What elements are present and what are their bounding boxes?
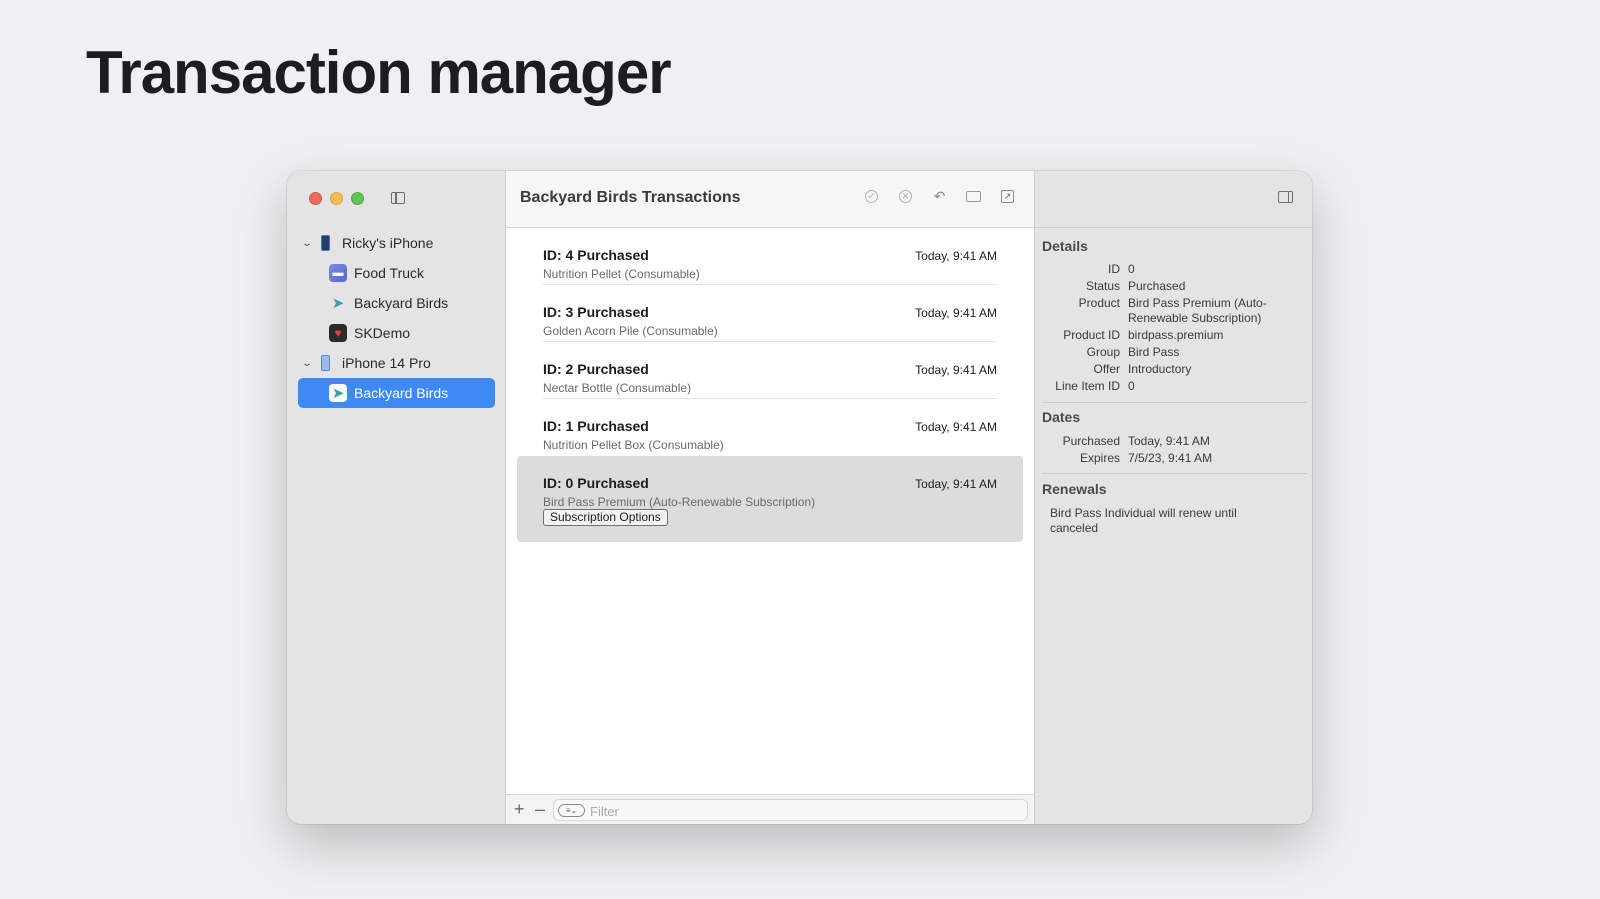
skdemo-icon: ♥ xyxy=(329,324,347,342)
iphone-icon xyxy=(321,355,330,371)
transaction-manager-window: ⌄ Ricky's iPhone ▬ Food Truck ➤ Backyard… xyxy=(287,171,1312,824)
sidebar-item-food-truck[interactable]: ▬ Food Truck xyxy=(287,258,506,288)
date-row: Expires 7/5/23, 9:41 AM xyxy=(1079,451,1213,465)
transaction-time: Today, 9:41 AM xyxy=(915,420,997,434)
bird-icon: ➤ xyxy=(329,384,347,402)
transaction-id: ID: 1 Purchased xyxy=(543,418,649,434)
transaction-row-selected[interactable]: ID: 0 Purchased Bird Pass Premium (Auto-… xyxy=(517,456,1023,542)
filter-input[interactable] xyxy=(590,803,990,819)
sidebar-item-skdemo[interactable]: ♥ SKDemo xyxy=(287,318,506,348)
renewals-heading: Renewals xyxy=(1042,481,1107,497)
inspector: Details ID 0 Status Purchased Product Bird … xyxy=(1034,171,1312,824)
divider xyxy=(1042,402,1307,403)
filter-icon[interactable]: ≡⌄ xyxy=(558,804,585,817)
transaction-id: ID: 2 Purchased xyxy=(543,361,649,377)
sidebar: ⌄ Ricky's iPhone ▬ Food Truck ➤ Backyard… xyxy=(287,171,506,824)
divider xyxy=(1042,473,1307,474)
remove-button[interactable]: – xyxy=(535,799,545,820)
billing-icon[interactable] xyxy=(965,188,982,205)
sidebar-item-backyard-birds-selected[interactable]: ➤ Backyard Birds xyxy=(298,378,495,408)
close-window-button[interactable] xyxy=(309,192,322,205)
device-label: Ricky's iPhone xyxy=(342,235,434,251)
decline-icon[interactable]: ✕ xyxy=(897,188,914,205)
transaction-row[interactable]: ID: 4 Purchased Nutrition Pellet (Consum… xyxy=(543,228,997,285)
transaction-product: Nutrition Pellet Box (Consumable) xyxy=(543,438,724,452)
toolbar-actions: ✓ ✕ ↶ ↗ xyxy=(863,188,1016,205)
transaction-time: Today, 9:41 AM xyxy=(915,249,997,263)
detail-row: Product ID birdpass.premium xyxy=(1063,328,1224,342)
transaction-product: Golden Acorn Pile (Consumable) xyxy=(543,324,718,338)
detail-row: Offer Introductory xyxy=(1093,362,1192,376)
open-external-icon[interactable]: ↗ xyxy=(999,188,1016,205)
app-label: Food Truck xyxy=(354,265,425,281)
app-label: Backyard Birds xyxy=(354,385,449,401)
transaction-id: ID: 4 Purchased xyxy=(543,247,649,263)
chevron-down-icon[interactable]: ⌄ xyxy=(299,358,315,369)
transactions-pane: Backyard Birds Transactions ✓ ✕ ↶ ↗ ID: … xyxy=(506,171,1034,824)
detail-row: Line Item ID 0 xyxy=(1055,379,1135,393)
transaction-row[interactable]: ID: 2 Purchased Nectar Bottle (Consumabl… xyxy=(543,342,997,399)
approve-icon[interactable]: ✓ xyxy=(863,188,880,205)
detail-row: Group Bird Pass xyxy=(1086,345,1180,359)
minimize-window-button[interactable] xyxy=(330,192,343,205)
inspector-header xyxy=(1035,171,1312,228)
transaction-time: Today, 9:41 AM xyxy=(915,306,997,320)
date-row: Purchased Today, 9:41 AM xyxy=(1062,434,1210,448)
app-label: SKDemo xyxy=(354,325,411,341)
slide-title: Transaction manager xyxy=(86,39,672,106)
food-truck-icon: ▬ xyxy=(329,264,347,282)
app-label: Backyard Birds xyxy=(354,295,449,311)
refund-icon[interactable]: ↶ xyxy=(931,188,948,205)
filter-field: ≡⌄ xyxy=(553,799,1028,821)
details-list: ID 0 Status Purchased Product Bird Pass Pre… xyxy=(1035,262,1312,396)
renewals-text: Bird Pass Individual will renew until ca… xyxy=(1050,506,1237,535)
add-button[interactable]: + xyxy=(514,799,525,820)
bottom-bar: + – ≡⌄ xyxy=(506,794,1034,824)
sidebar-toggle-icon[interactable] xyxy=(391,192,405,204)
chevron-down-icon[interactable]: ⌄ xyxy=(299,238,315,249)
device-label: iPhone 14 Pro xyxy=(342,355,431,371)
inspector-toggle-icon[interactable] xyxy=(1278,191,1293,203)
dates-list: Purchased Today, 9:41 AM Expires 7/5/23, 9… xyxy=(1035,434,1312,468)
device-rickys-iphone[interactable]: ⌄ Ricky's iPhone xyxy=(287,228,506,258)
transaction-row[interactable]: ID: 1 Purchased Nutrition Pellet Box (Co… xyxy=(543,399,997,456)
transaction-time: Today, 9:41 AM xyxy=(915,363,997,377)
transaction-list: ID: 4 Purchased Nutrition Pellet (Consum… xyxy=(506,228,1034,542)
subscription-options-button[interactable]: Subscription Options xyxy=(543,509,668,526)
transaction-id: ID: 3 Purchased xyxy=(543,304,649,320)
transaction-product: Bird Pass Premium (Auto-Renewable Subscr… xyxy=(543,495,816,509)
sidebar-item-backyard-birds[interactable]: ➤ Backyard Birds xyxy=(287,288,506,318)
details-heading: Details xyxy=(1042,238,1088,254)
iphone-icon xyxy=(321,235,330,251)
dates-heading: Dates xyxy=(1042,409,1081,425)
transaction-product: Nectar Bottle (Consumable) xyxy=(543,381,692,395)
device-iphone-14-pro[interactable]: ⌄ iPhone 14 Pro xyxy=(287,348,506,378)
device-tree: ⌄ Ricky's iPhone ▬ Food Truck ➤ Backyard… xyxy=(287,228,506,408)
detail-row: Status Purchased xyxy=(1085,279,1186,293)
toolbar: Backyard Birds Transactions ✓ ✕ ↶ ↗ xyxy=(506,171,1034,228)
transaction-id: ID: 0 Purchased xyxy=(543,475,649,491)
transaction-time: Today, 9:41 AM xyxy=(915,477,997,491)
toolbar-title: Backyard Birds Transactions xyxy=(520,189,741,206)
transaction-row[interactable]: ID: 3 Purchased Golden Acorn Pile (Consu… xyxy=(543,285,997,342)
zoom-window-button[interactable] xyxy=(351,192,364,205)
window-controls xyxy=(309,192,364,205)
detail-row: ID 0 xyxy=(1108,262,1135,276)
detail-row: Product Bird Pass Premium (Auto-Renewable… xyxy=(1078,296,1267,325)
transaction-product: Nutrition Pellet (Consumable) xyxy=(543,267,700,281)
bird-icon: ➤ xyxy=(331,295,345,312)
